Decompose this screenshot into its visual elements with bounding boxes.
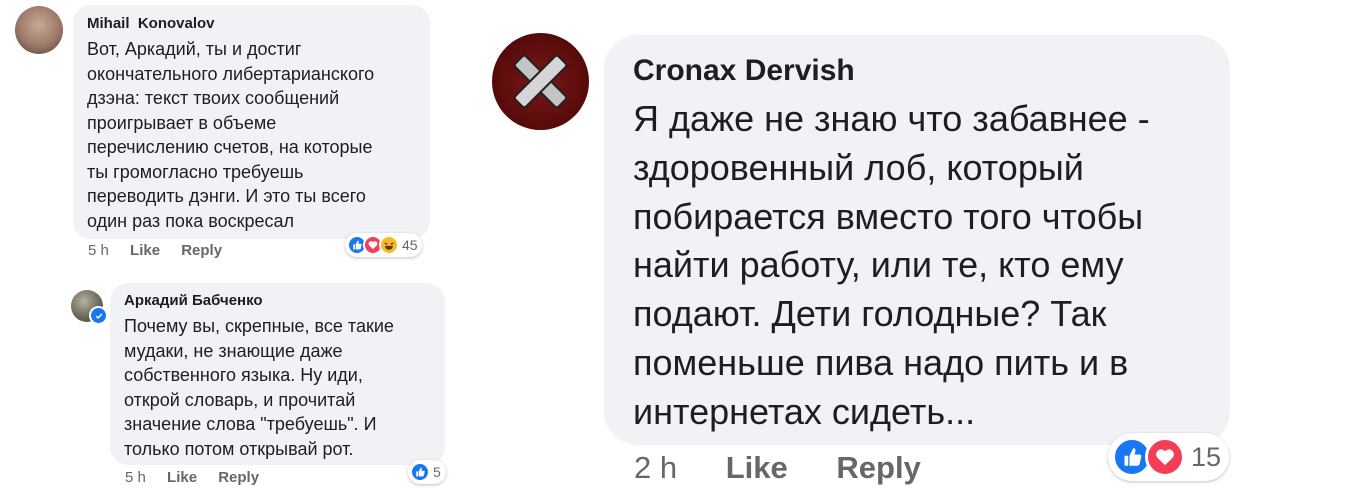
comment-actions: 5 h Like Reply [125,469,259,486]
reply-button[interactable]: Reply [836,450,920,486]
reaction-count: 5 [433,464,441,480]
comment-bubble: Mihail Konovalov Вот, Аркадий, ты и дост… [73,5,430,239]
reaction-summary[interactable]: 5 [408,460,446,484]
verified-icon [89,306,108,325]
like-button[interactable]: Like [167,469,197,486]
comment-bubble: Cronax Dervish Я даже не знаю что забавн… [604,35,1230,445]
comment-author[interactable]: Cronax Dervish [633,54,855,88]
reaction-summary[interactable]: 45 [345,233,422,257]
like-button[interactable]: Like [726,450,788,486]
comment-text: Вот, Аркадий, ты и достиг окончательного… [87,39,375,231]
haha-icon [379,235,399,255]
avatar-cronax[interactable] [492,33,589,130]
love-icon [1145,437,1185,477]
like-icon [410,462,430,482]
comment-author[interactable]: Mihail Konovalov [87,15,215,32]
avatar-mihail[interactable] [15,6,63,54]
comment-time[interactable]: 5 h [88,242,109,259]
reaction-count: 15 [1191,441,1222,472]
comment-actions: 2 h Like Reply [634,450,921,486]
comment-author[interactable]: Аркадий Бабченко [124,292,263,309]
comment-bubble: Аркадий Бабченко Почему вы, скрепные, вс… [110,283,445,465]
like-button[interactable]: Like [130,242,160,259]
comment-text: Почему вы, скрепные, все такие мудаки, н… [124,316,394,459]
reaction-summary[interactable]: 15 [1108,433,1230,481]
comment-text: Я даже не знаю что забавнее - здоровенны… [633,98,1150,432]
comment-time[interactable]: 2 h [634,450,677,486]
comment-time[interactable]: 5 h [125,469,146,486]
reaction-count: 45 [402,237,418,253]
reply-button[interactable]: Reply [181,242,222,259]
comment-actions: 5 h Like Reply [88,242,222,259]
reply-button[interactable]: Reply [218,469,259,486]
